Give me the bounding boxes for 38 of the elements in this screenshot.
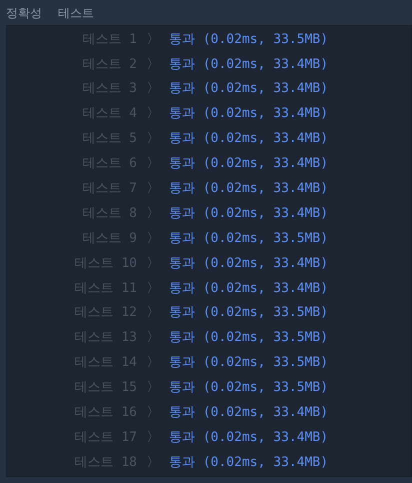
- separator: 〉: [146, 354, 160, 372]
- test-result: 통과 (0.02ms, 33.4MB): [169, 180, 328, 198]
- separator: 〉: [146, 155, 160, 174]
- separator: 〉: [146, 304, 160, 322]
- test-result: 통과 (0.02ms, 33.4MB): [169, 280, 328, 298]
- separator: 〉: [146, 56, 160, 74]
- separator: 〉: [146, 80, 160, 98]
- separator: 〉: [146, 130, 160, 148]
- separator: 〉: [146, 30, 160, 49]
- test-result: 통과 (0.02ms, 33.4MB): [169, 105, 328, 124]
- separator: 〉: [146, 230, 160, 248]
- section-title: 정확성: [6, 4, 42, 22]
- test-result: 통과 (0.02ms, 33.5MB): [169, 379, 328, 398]
- test-result: 통과 (0.02ms, 33.4MB): [169, 155, 328, 174]
- test-result: 통과 (0.02ms, 33.5MB): [169, 230, 328, 248]
- separator: 〉: [146, 428, 160, 447]
- separator: 〉: [146, 454, 160, 472]
- separator: 〉: [146, 379, 160, 398]
- separator: 〉: [146, 280, 160, 298]
- test-result: 통과 (0.02ms, 33.5MB): [169, 304, 328, 322]
- separator: 〉: [146, 404, 160, 422]
- test-result: 통과 (0.02ms, 33.5MB): [169, 30, 328, 49]
- test-result: 통과 (0.02ms, 33.5MB): [169, 354, 328, 372]
- separator: 〉: [146, 329, 160, 348]
- test-result: 통과 (0.02ms, 33.4MB): [169, 204, 328, 223]
- test-result: 통과 (0.02ms, 33.4MB): [169, 80, 328, 98]
- test-result: 통과 (0.02ms, 33.5MB): [169, 329, 328, 348]
- section-subtitle: 테스트: [58, 4, 94, 22]
- test-result: 통과 (0.02ms, 33.4MB): [169, 130, 328, 148]
- separator: 〉: [146, 180, 160, 198]
- test-result: 통과 (0.02ms, 33.4MB): [169, 454, 328, 472]
- test-result: 통과 (0.02ms, 33.4MB): [169, 428, 328, 447]
- separator: 〉: [146, 105, 160, 124]
- test-result: 통과 (0.02ms, 33.4MB): [169, 404, 328, 422]
- separator: 〉: [146, 254, 160, 273]
- test-result: 통과 (0.02ms, 33.4MB): [169, 56, 328, 74]
- test-result: 통과 (0.02ms, 33.4MB): [169, 254, 328, 273]
- separator: 〉: [146, 204, 160, 223]
